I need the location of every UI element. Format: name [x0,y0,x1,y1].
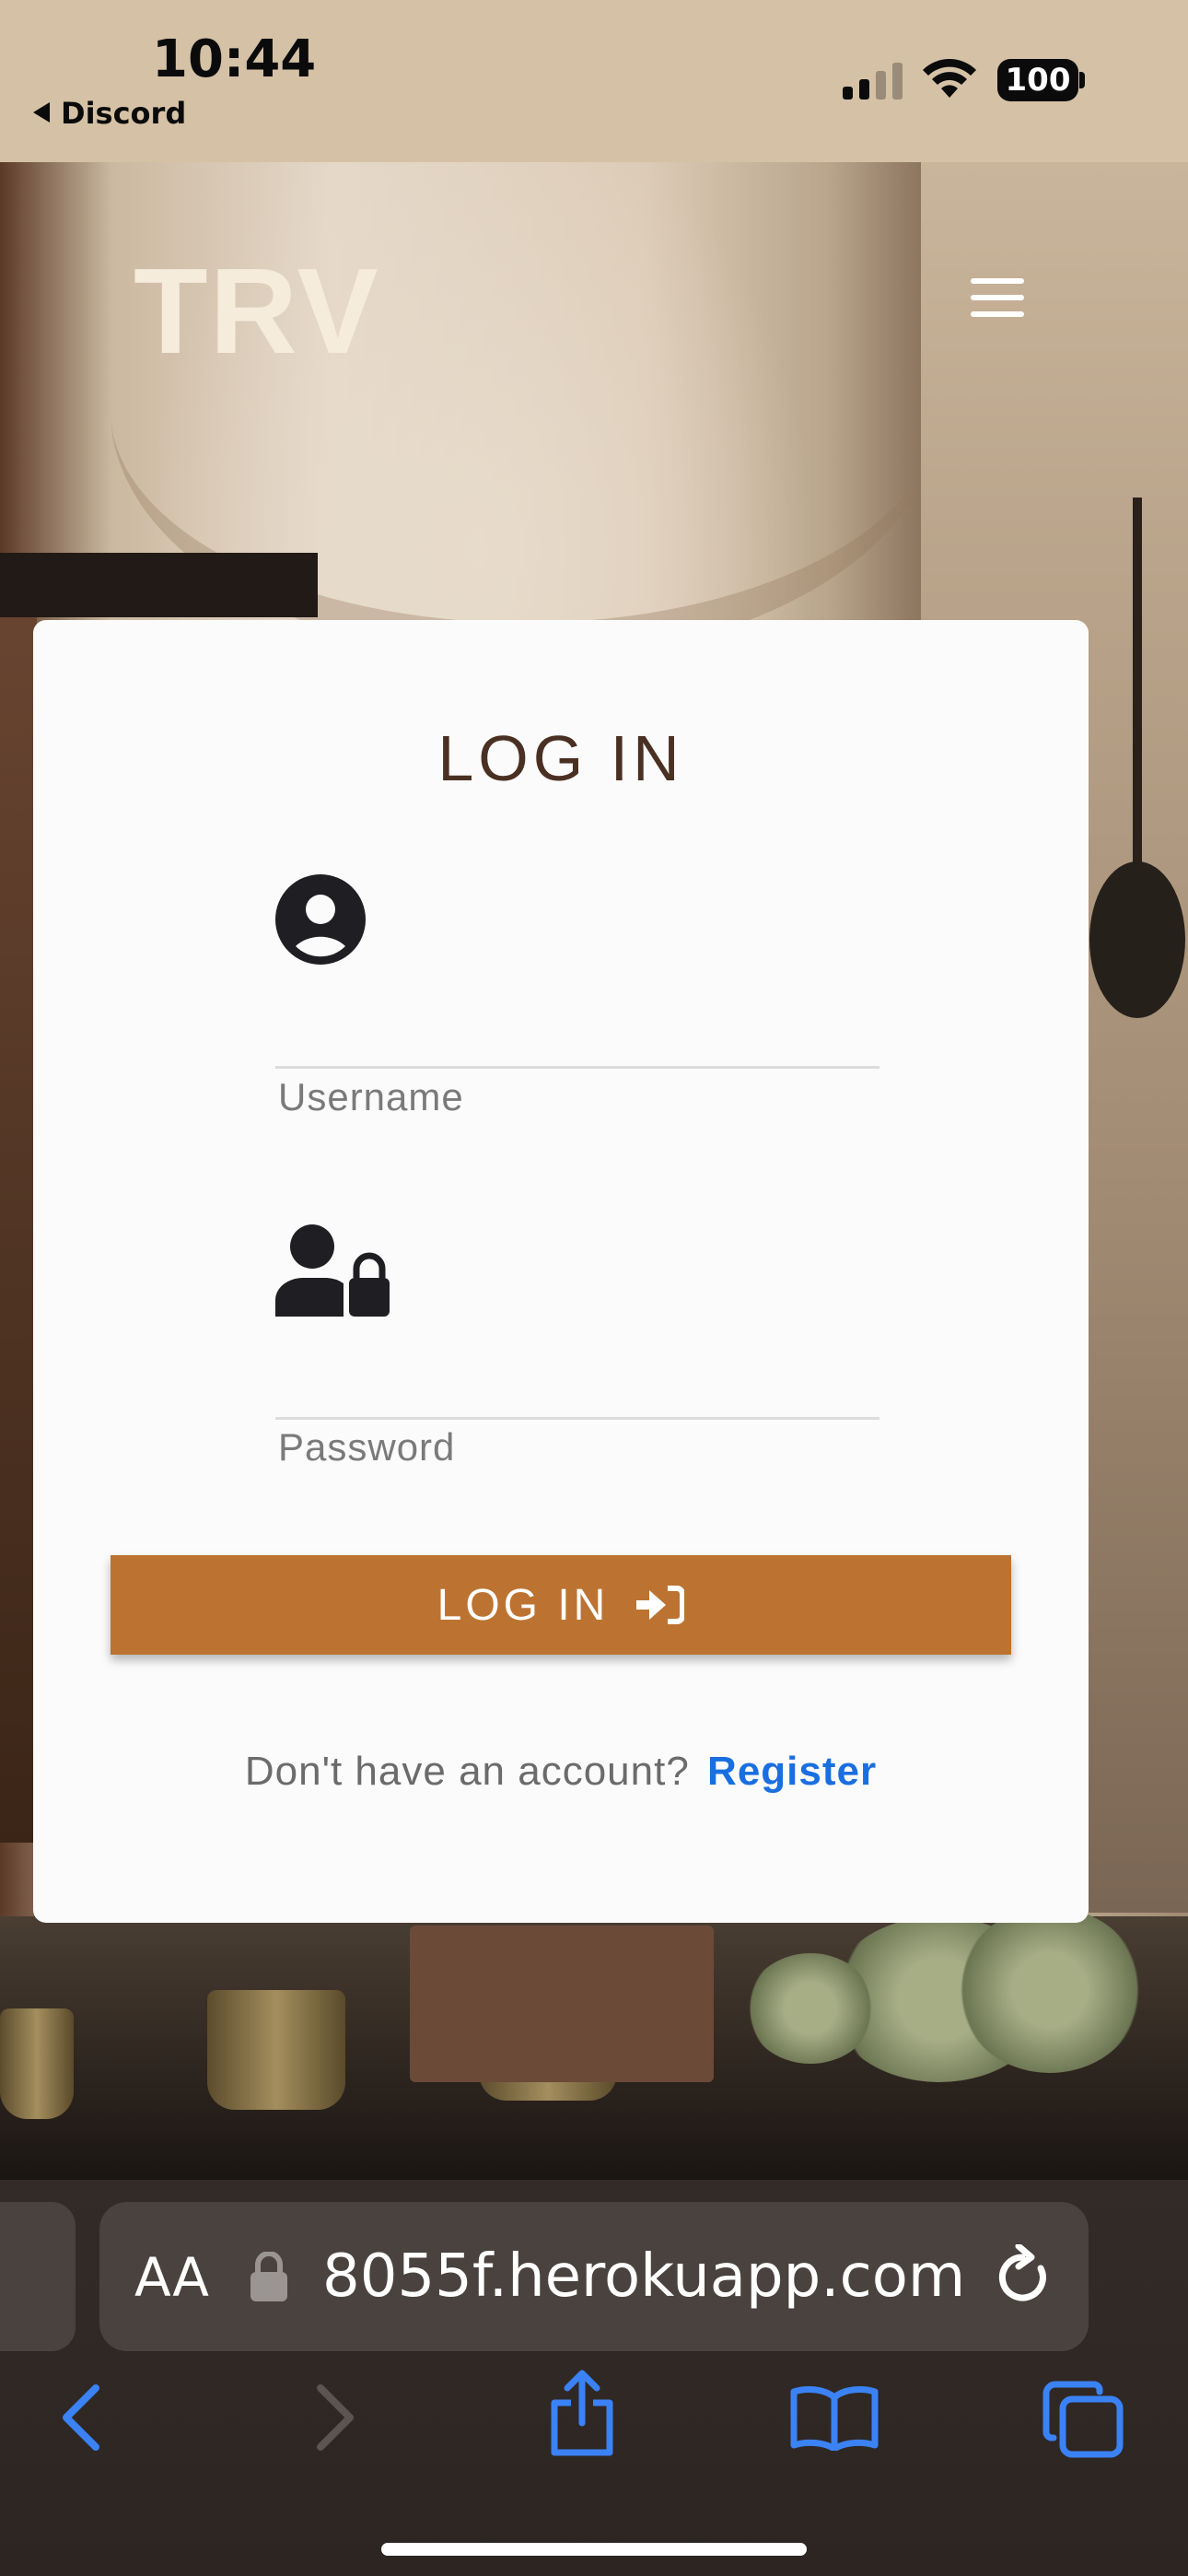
password-label: Password [278,1425,456,1469]
status-time: 10:44 [152,29,317,89]
user-lock-icon [275,1224,390,1317]
cellular-signal-icon [843,63,903,100]
lock-icon [250,2252,287,2301]
site-logo[interactable]: TRV [134,241,380,381]
background-wall-left [0,553,37,1843]
background-pot [0,2008,74,2119]
login-button-label: LOG IN [437,1580,610,1630]
url-text[interactable]: 8055f.herokuapp.com [322,2242,965,2311]
text-size-button[interactable]: AA [134,2246,209,2309]
back-app-label: Discord [61,96,187,131]
register-prompt-text: Don't have an account? [244,1749,690,1794]
battery-tip [1079,72,1085,88]
username-label: Username [278,1075,464,1118]
sign-in-icon [636,1586,685,1624]
menu-bar [971,295,1024,300]
forward-arrow-icon[interactable] [313,2383,359,2453]
username-field[interactable] [275,1066,879,1069]
register-link[interactable]: Register [707,1749,877,1794]
password-field[interactable] [275,1417,879,1420]
share-icon[interactable] [545,2368,619,2458]
background-grapes [958,1907,1142,2073]
previous-tab-preview[interactable] [0,2202,76,2351]
reload-icon[interactable] [995,2244,1052,2307]
back-triangle-icon [33,102,50,123]
hamburger-menu-icon[interactable] [971,278,1024,322]
wifi-icon [923,59,976,98]
home-indicator[interactable] [381,2543,807,2556]
back-to-app-link[interactable]: Discord [33,96,186,131]
bookmarks-icon[interactable] [790,2384,879,2451]
status-bar: 10:44 Discord 100 [0,0,1188,162]
background-grapes [746,1953,875,2064]
background-ladle [1089,498,1185,1018]
user-circle-icon [275,874,366,965]
login-card: LOG IN Username Password LOG IN Don't ha… [33,620,1089,1923]
back-arrow-icon[interactable] [57,2383,103,2453]
background-box [410,1926,714,2082]
background-pot [207,1990,345,2110]
menu-bar [971,278,1024,284]
register-prompt: Don't have an account? Register [33,1749,1089,1795]
login-title: LOG IN [437,722,684,794]
background-shelf [0,553,318,617]
tabs-icon[interactable] [1042,2381,1124,2458]
menu-bar [971,311,1024,317]
login-button[interactable]: LOG IN [111,1555,1011,1655]
battery-icon: 100 [997,59,1078,101]
